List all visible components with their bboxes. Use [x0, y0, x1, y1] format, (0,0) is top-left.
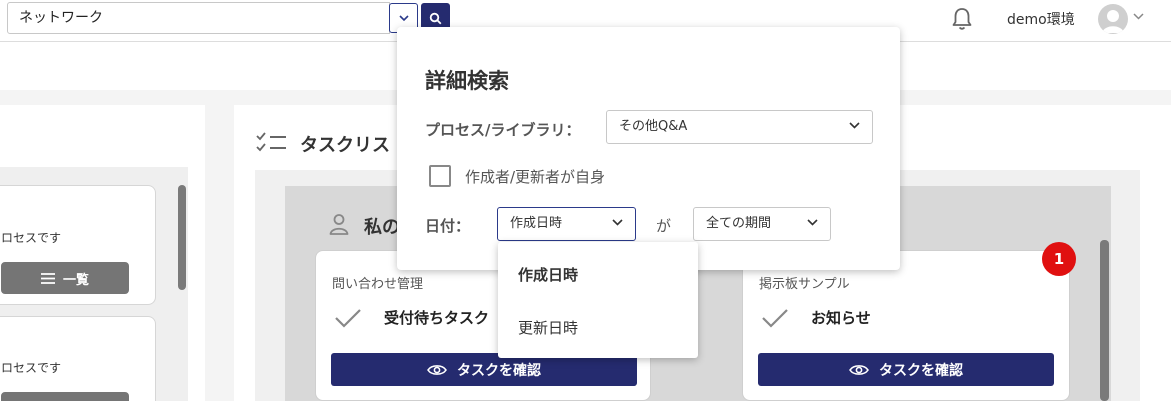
left-panel: ロセスです 一覧 ロセスです	[0, 105, 205, 401]
chevron-down-icon	[807, 219, 818, 226]
person-icon	[329, 214, 349, 235]
process-library-value: その他Q&A	[619, 119, 688, 134]
chevron-down-icon[interactable]	[1133, 13, 1144, 20]
process-description: ロセスです	[1, 361, 62, 375]
list-button-label: 一覧	[62, 272, 89, 288]
list-button[interactable]: 一覧	[1, 262, 129, 294]
task-group-title: 私の	[364, 217, 400, 238]
advanced-search-popover: 詳細検索 プロセス/ライブラリ： その他Q&A 作成者/更新者が自身 日付： 作…	[397, 27, 900, 270]
date-type-value: 作成日時	[510, 216, 563, 231]
process-library-label: プロセス/ライブラリ：	[425, 121, 581, 139]
checklist-icon	[256, 132, 286, 152]
check-icon	[335, 309, 361, 328]
task-name: 受付待ちタスク	[384, 309, 490, 327]
period-value: 全ての期間	[706, 216, 772, 231]
task-list-title: タスクリス	[300, 135, 390, 156]
process-library-select[interactable]: その他Q&A	[606, 110, 873, 144]
left-panel-list: ロセスです 一覧 ロセスです	[0, 167, 188, 401]
scrollbar[interactable]	[178, 185, 186, 290]
period-select[interactable]: 全ての期間	[693, 207, 831, 241]
date-connector: が	[656, 217, 672, 235]
user-avatar-icon	[1102, 10, 1124, 33]
search-input[interactable]: ネットワーク	[7, 2, 390, 34]
task-category: 掲示板サンプル	[759, 277, 850, 292]
confirm-task-button[interactable]: タスクを確認	[758, 353, 1054, 386]
process-card: ロセスです 一覧	[0, 185, 156, 305]
creator-self-label: 作成者/更新者が自身	[465, 168, 606, 186]
task-category: 問い合わせ管理	[332, 277, 424, 292]
advanced-search-title: 詳細検索	[425, 69, 509, 93]
environment-label: demo環境	[1007, 12, 1075, 28]
bell-icon[interactable]	[949, 6, 975, 32]
confirm-task-label: タスクを確認	[879, 362, 963, 379]
date-type-option-updated[interactable]: 更新日時	[518, 317, 578, 338]
creator-self-checkbox[interactable]	[429, 165, 451, 187]
list-button[interactable]	[1, 392, 129, 401]
notification-badge: 1	[1042, 242, 1076, 276]
menu-icon	[40, 272, 55, 284]
confirm-task-label: タスクを確認	[457, 362, 541, 379]
avatar[interactable]	[1098, 4, 1128, 34]
task-card: 掲示板サンプル お知らせ タスクを確認	[742, 250, 1070, 401]
date-type-menu: 作成日時 更新日時	[498, 242, 698, 358]
scrollbar[interactable]	[1100, 240, 1109, 401]
eye-icon	[427, 364, 447, 375]
date-type-select[interactable]: 作成日時	[497, 207, 636, 241]
chevron-down-icon	[398, 14, 409, 21]
search-icon	[429, 12, 442, 24]
date-type-option-created[interactable]: 作成日時	[518, 264, 578, 285]
date-label: 日付：	[425, 217, 471, 235]
process-card: ロセスです	[0, 316, 156, 401]
eye-icon	[849, 364, 869, 375]
process-description: ロセスです	[1, 231, 62, 245]
check-icon	[762, 309, 788, 328]
task-name: お知らせ	[811, 309, 871, 327]
chevron-down-icon	[612, 219, 623, 226]
chevron-down-icon	[849, 122, 860, 129]
